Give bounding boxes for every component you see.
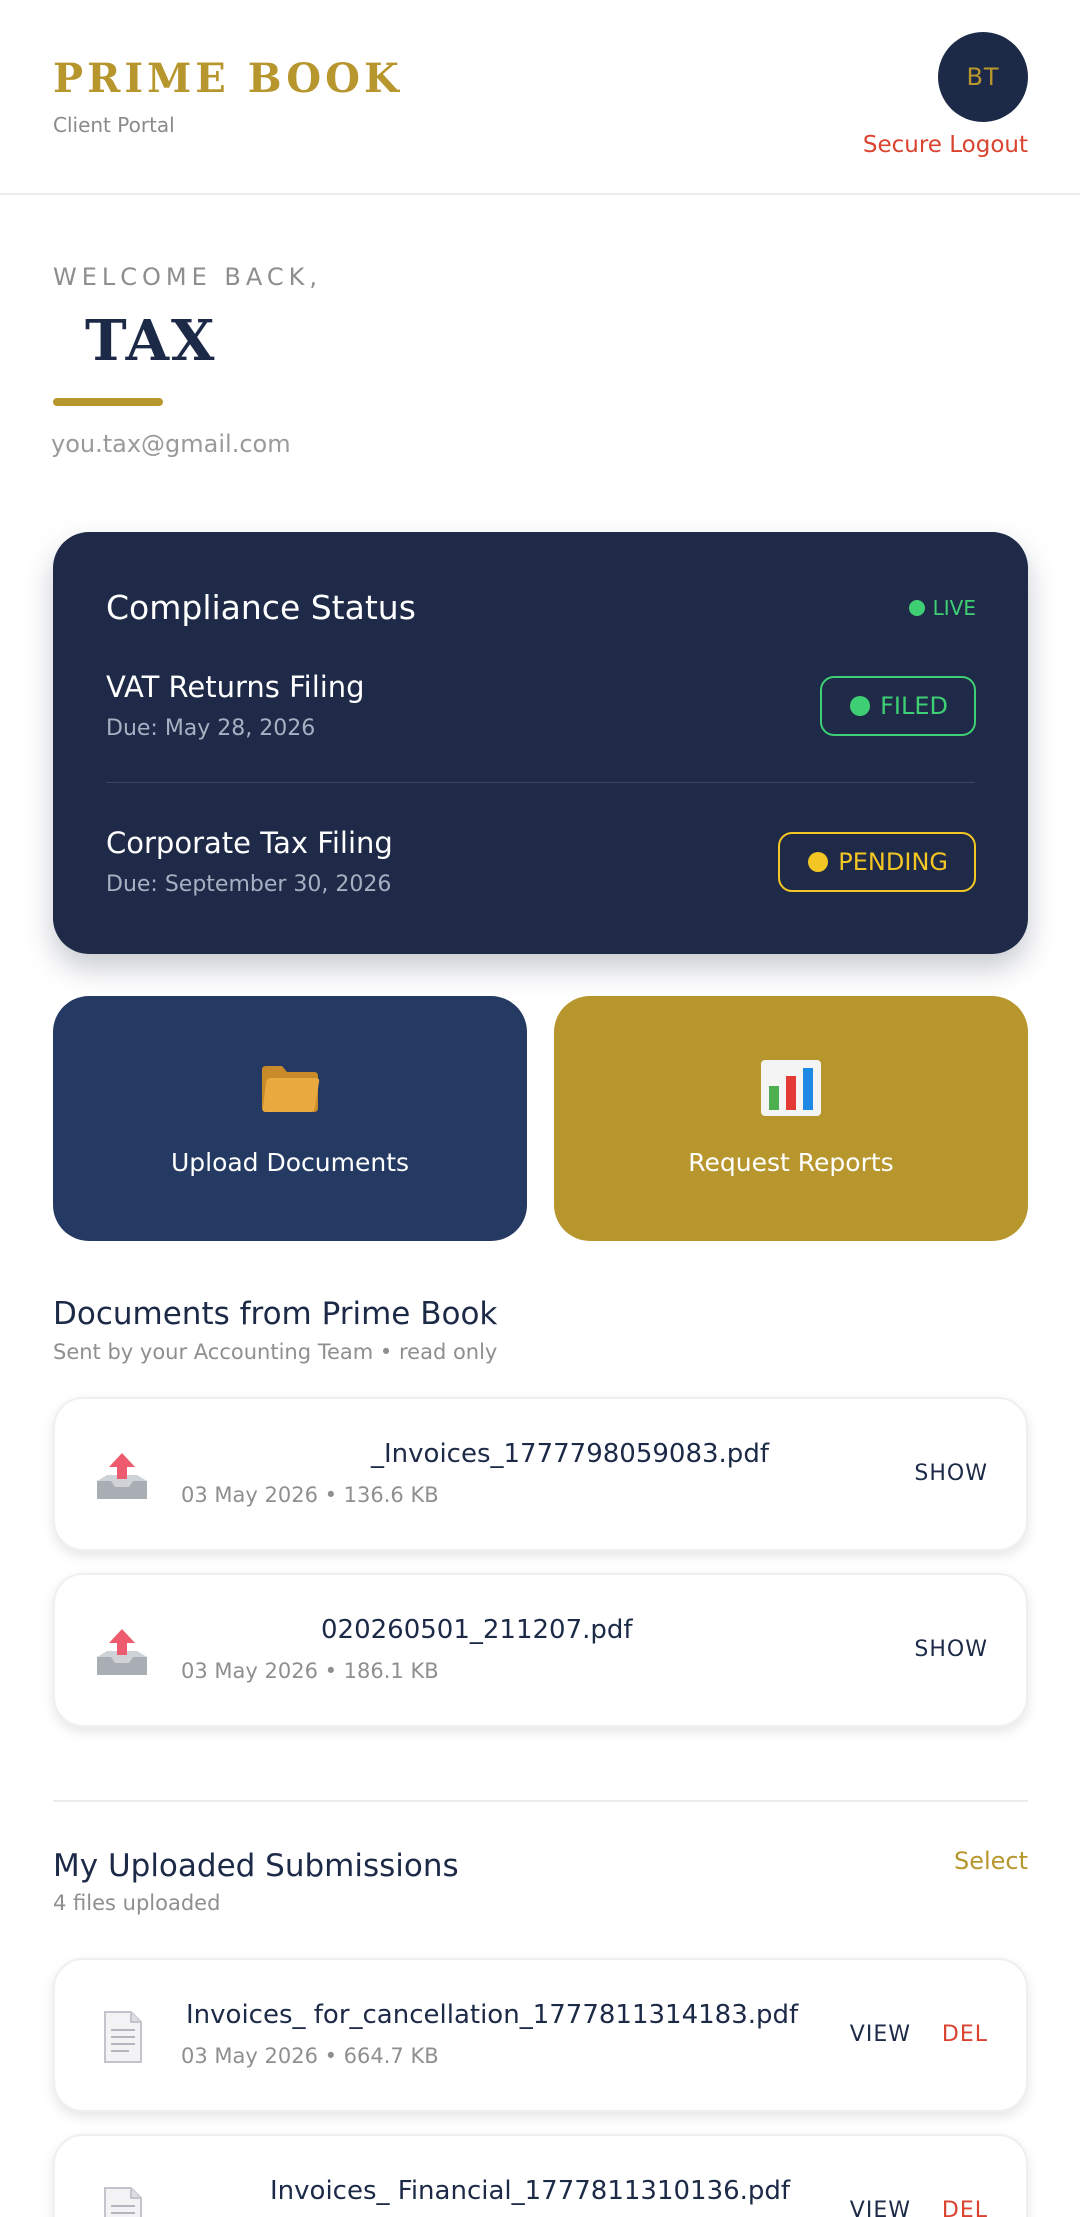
uploaded-section-title: My Uploaded Submissions [53, 1848, 459, 1884]
document-icon [104, 2011, 142, 2063]
live-label: LIVE [932, 596, 976, 620]
brand-subtitle: Client Portal [53, 113, 175, 137]
file-name: Invoices_ for_cancellation_1777811314183… [186, 2000, 799, 2030]
document-icon [104, 2187, 142, 2217]
status-dot-icon [808, 852, 829, 872]
file-meta: 03 May 2026 • 136.6 KB [181, 1483, 439, 1507]
welcome-label: WELCOME BACK, [53, 263, 322, 291]
uploaded-file-item: Invoices_ for_cancellation_1777811314183… [53, 1958, 1028, 2112]
view-button[interactable]: VIEW [850, 2022, 911, 2047]
status-badge-pending: PENDING [778, 832, 976, 892]
logout-link[interactable]: Secure Logout [863, 132, 1028, 158]
file-meta: 03 May 2026 • 664.7 KB [181, 2044, 439, 2068]
received-section-subtitle: Sent by your Accounting Team • read only [53, 1340, 498, 1364]
show-button[interactable]: SHOW [914, 1637, 988, 1662]
request-reports-label: Request Reports [688, 1148, 894, 1177]
status-dot-icon [850, 696, 871, 716]
upload-documents-label: Upload Documents [170, 1148, 410, 1177]
status-label: FILED [880, 692, 948, 720]
file-name: 020260501_211207.pdf [321, 1615, 633, 1645]
section-divider [53, 1800, 1028, 1802]
uploaded-section-subtitle: 4 files uploaded [53, 1891, 221, 1915]
show-button[interactable]: SHOW [914, 1461, 988, 1486]
divider [106, 782, 975, 783]
request-reports-button[interactable]: Request Reports [554, 996, 1028, 1241]
filing-item-corporate-tax: Corporate Tax Filing Due: September 30, … [106, 826, 393, 897]
file-meta: 03 May 2026 • 186.1 KB [181, 1659, 439, 1683]
select-button[interactable]: Select [954, 1847, 1028, 1875]
received-section-title: Documents from Prime Book [53, 1296, 498, 1332]
compliance-card: Compliance Status LIVE VAT Returns Filin… [53, 532, 1028, 954]
filing-name: VAT Returns Filing [106, 670, 365, 704]
user-name: TAX [85, 308, 217, 374]
received-file-item: 020260501_211207.pdf 03 May 2026 • 186.1… [53, 1573, 1028, 1727]
delete-button[interactable]: DEL [942, 2198, 988, 2217]
live-indicator: LIVE [908, 596, 976, 620]
folder-icon [262, 1066, 320, 1112]
uploaded-file-item: Invoices_ Financial_1777811310136.pdf VI… [53, 2134, 1028, 2217]
avatar[interactable]: BT [938, 32, 1028, 122]
upload-documents-button[interactable]: Upload Documents [53, 996, 527, 1241]
compliance-title: Compliance Status [106, 588, 416, 627]
status-badge-filed: FILED [820, 676, 976, 736]
outbox-tray-icon [97, 1629, 147, 1675]
file-name: Invoices_ Financial_1777811310136.pdf [270, 2176, 791, 2206]
bar-chart-icon [761, 1060, 821, 1116]
user-email: you.tax@gmail.com [51, 430, 291, 458]
outbox-tray-icon [97, 1453, 147, 1499]
filing-item-vat: VAT Returns Filing Due: May 28, 2026 [106, 670, 365, 741]
status-label: PENDING [838, 848, 948, 876]
brand-logo: PRIME BOOK [53, 55, 403, 102]
filing-name: Corporate Tax Filing [106, 826, 393, 860]
live-dot-icon [908, 600, 925, 616]
app-header: PRIME BOOK Client Portal BT Secure Logou… [0, 0, 1080, 195]
delete-button[interactable]: DEL [942, 2022, 988, 2047]
view-button[interactable]: VIEW [850, 2198, 911, 2217]
title-underline [53, 398, 163, 406]
filing-due: Due: September 30, 2026 [106, 872, 392, 897]
file-name: _Invoices_1777798059083.pdf [371, 1439, 769, 1469]
received-file-item: _Invoices_1777798059083.pdf 03 May 2026 … [53, 1397, 1028, 1551]
filing-due: Due: May 28, 2026 [106, 716, 316, 741]
